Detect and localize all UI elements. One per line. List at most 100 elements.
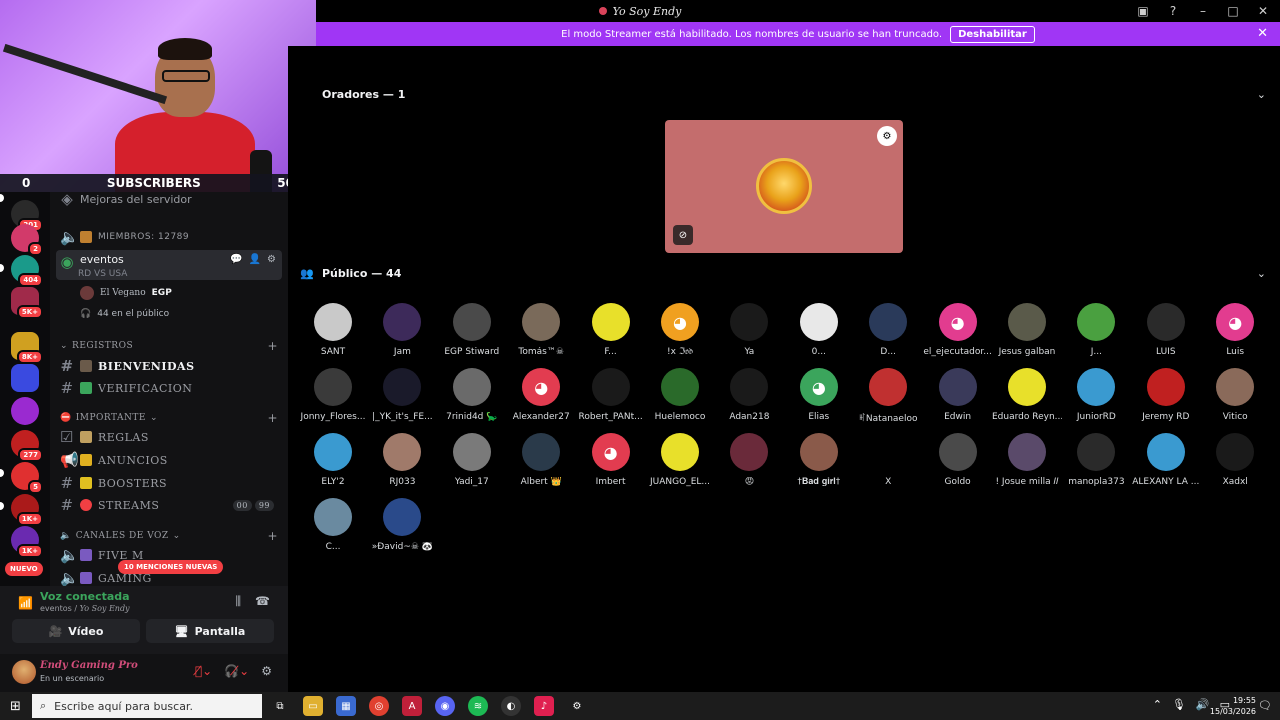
server-icon[interactable]: 277 — [11, 430, 43, 462]
audience-member[interactable]: Albert 👑 — [506, 433, 576, 493]
audience-member[interactable]: J... — [1061, 303, 1131, 363]
audience-count-row[interactable]: 🎧 44 en el público — [80, 305, 169, 323]
audience-member[interactable]: ◕ !x ℑ𝔬𝔡 — [645, 303, 715, 363]
add-channel-icon[interactable]: + — [267, 411, 278, 425]
folder-icon[interactable] — [11, 364, 39, 392]
audience-member[interactable]: ◕ Elias — [784, 368, 854, 428]
add-channel-icon[interactable]: + — [267, 339, 278, 353]
gear-icon[interactable]: ⚙ — [267, 254, 276, 265]
notifications-icon[interactable]: 🗨 — [1258, 699, 1272, 712]
add-channel-icon[interactable]: + — [267, 529, 278, 543]
audience-member[interactable]: »Đavid~☠ 🐼 — [367, 498, 437, 558]
server-icon[interactable]: 2 — [11, 224, 43, 256]
new-badge[interactable]: NUEVO — [5, 562, 43, 576]
server-folder-icon[interactable]: 5K+ — [11, 287, 43, 319]
audience-member[interactable]: Jeremy RD — [1131, 368, 1201, 428]
audience-member[interactable]: JuniorRD — [1061, 368, 1131, 428]
store-icon[interactable]: ▦ — [336, 696, 356, 716]
audience-member[interactable]: ! Josue milla 𝐼𝐼 — [992, 433, 1062, 493]
audience-member[interactable]: Huelemoco — [645, 368, 715, 428]
channel-members[interactable]: 🔈 MIEMBROS: 12789 — [56, 226, 282, 248]
server-folder-icon[interactable]: 8K+ — [11, 332, 43, 364]
audience-member[interactable]: ◕ el_ejecutador... — [923, 303, 993, 363]
audience-member[interactable]: manopla373 — [1061, 433, 1131, 493]
maximize-button[interactable]: □ — [1226, 4, 1240, 18]
screen-share-button[interactable]: 🖥 Pantalla — [146, 619, 274, 643]
inbox-icon[interactable]: ▣ — [1136, 4, 1150, 18]
server-icon[interactable]: 1K+ — [11, 494, 43, 526]
username[interactable]: Endy Gaming Pro — [40, 660, 138, 671]
stage-member[interactable]: El Vegano EGP — [80, 284, 172, 302]
taskbar-clock[interactable]: 19:55 15/03/2026 — [1210, 695, 1256, 717]
discord-icon[interactable]: ◉ — [435, 696, 455, 716]
volume-icon[interactable]: 🔊 — [1196, 698, 1210, 711]
taskbar-search[interactable]: ⌕ Escribe aquí para buscar. — [32, 694, 262, 718]
audience-member[interactable]: F... — [576, 303, 646, 363]
channel-anuncios[interactable]: 📢 ANUNCIOS — [56, 449, 282, 471]
audience-member[interactable]: |_YK_it's_FE... — [367, 368, 437, 428]
file-explorer-icon[interactable]: ▭ — [303, 696, 323, 716]
audience-member[interactable]: LUIS — [1131, 303, 1201, 363]
channel-reglas[interactable]: ☑ REGLAS — [56, 426, 282, 448]
server-icon[interactable]: 404 — [11, 255, 43, 287]
server-icon[interactable] — [11, 397, 39, 425]
channel-bienvenidas[interactable]: # BIENVENIDAS — [56, 355, 282, 377]
mic-icon[interactable]: 🎙 — [1172, 698, 1186, 711]
audience-member[interactable]: JUANGO_EL... — [645, 433, 715, 493]
voice-location[interactable]: eventos / Yo Soy Endy — [40, 604, 130, 613]
audience-member[interactable]: Jesus galban — [992, 303, 1062, 363]
audience-member[interactable]: C... — [298, 498, 368, 558]
windows-start-icon[interactable]: ⊞ — [10, 699, 21, 714]
audience-member[interactable]: Vitico — [1200, 368, 1270, 428]
chevron-up-icon[interactable]: ⌃ — [1153, 698, 1162, 711]
audience-member[interactable]: Adan218 — [714, 368, 784, 428]
audience-member[interactable]: 😡 — [714, 433, 784, 493]
close-banner-icon[interactable]: ✕ — [1257, 26, 1268, 41]
channel-boosters[interactable]: # BOOSTERS — [56, 472, 282, 494]
channel-boost[interactable]: ◈ Mejoras del servidor — [56, 192, 282, 210]
new-mentions-badge[interactable]: 10 MENCIONES NUEVAS — [118, 560, 224, 574]
audience-member[interactable]: ◕ Alexander27 — [506, 368, 576, 428]
audience-member[interactable]: Jam — [367, 303, 437, 363]
chrome-icon[interactable]: ◎ — [369, 696, 389, 716]
category-voz[interactable]: 🔈 CANALES DE VOZ ⌄ + — [60, 528, 278, 544]
disconnect-icon[interactable]: ☎ — [255, 594, 270, 609]
minimize-button[interactable]: – — [1196, 4, 1210, 18]
audience-member[interactable]: Tomás™☠ — [506, 303, 576, 363]
audience-member[interactable]: Eduardo Reyn... — [992, 368, 1062, 428]
audience-member[interactable]: Goldo — [923, 433, 993, 493]
server-icon[interactable]: 5 — [11, 462, 43, 494]
settings-gear-icon[interactable]: ⚙ — [567, 696, 587, 716]
audience-member[interactable]: X — [853, 433, 923, 493]
audience-member[interactable]: Yadi_17 — [437, 433, 507, 493]
audience-member[interactable]: ꎭNatanaeloo — [853, 368, 923, 428]
audience-member[interactable]: SANT — [298, 303, 368, 363]
avatar[interactable] — [12, 660, 36, 684]
chat-icon[interactable]: 💬 — [230, 254, 242, 265]
collapse-audience-icon[interactable]: ⌄ — [1257, 267, 1266, 280]
settings-gear-icon[interactable]: ⚙ — [261, 664, 272, 678]
audience-member[interactable]: RJ033 — [367, 433, 437, 493]
audience-member[interactable]: Xadxl — [1200, 433, 1270, 493]
spotify-icon[interactable]: ≋ — [468, 696, 488, 716]
audience-member[interactable]: Ya — [714, 303, 784, 363]
audience-member[interactable]: ◕ Luis — [1200, 303, 1270, 363]
tiktok-icon[interactable]: ♪ — [534, 696, 554, 716]
category-importante[interactable]: ⛔ IMPORTANTE ⌄ + — [60, 410, 278, 426]
speaker-card[interactable]: ⚙ ⊘ — [665, 120, 903, 253]
audience-member[interactable]: Jonny_Flores... — [298, 368, 368, 428]
audience-member[interactable]: Edwin — [923, 368, 993, 428]
invite-icon[interactable]: 👤 — [249, 254, 261, 265]
collapse-speakers-icon[interactable]: ⌄ — [1257, 88, 1266, 101]
mic-muted-icon[interactable]: 🎙̸⌄ — [195, 664, 212, 678]
audience-member[interactable]: 7rinid4d 🦕 — [437, 368, 507, 428]
audience-member[interactable]: †𝐁𝐚𝐝 𝐠𝐢𝐫𝐥† — [784, 433, 854, 493]
audience-member[interactable]: ALEXANY LA ... — [1131, 433, 1201, 493]
help-icon[interactable]: ? — [1166, 4, 1180, 18]
task-view-icon[interactable]: ⧉ — [270, 696, 290, 716]
disable-streamer-button[interactable]: Deshabilitar — [950, 25, 1035, 43]
video-button[interactable]: 🎥 Vídeo — [12, 619, 140, 643]
noise-suppression-icon[interactable]: ⫼ — [236, 594, 242, 609]
audience-member[interactable]: Robert_PANt... — [576, 368, 646, 428]
audience-member[interactable]: D... — [853, 303, 923, 363]
